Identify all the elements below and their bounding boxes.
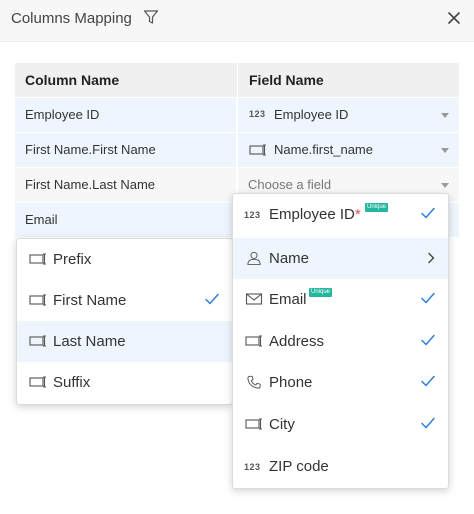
chevron-down-icon (441, 148, 449, 153)
field-menu: 123 Employee ID* Unique Name Email Unique (232, 193, 449, 489)
text-field-icon (29, 294, 46, 306)
field-label: Employee ID (269, 206, 355, 223)
menu-item-label: Employee ID* Unique (269, 203, 389, 223)
table-row: First Name.First Name Name.first_name (15, 133, 459, 167)
check-icon (421, 334, 435, 346)
menu-item-prefix[interactable]: Prefix (17, 239, 232, 280)
column-name-header: Column Name (25, 72, 120, 88)
table-row: Employee ID 123 Employee ID (15, 98, 459, 132)
column-name: Email (25, 212, 58, 227)
unique-badge: Unique (365, 203, 389, 212)
column-name: Employee ID (25, 107, 100, 122)
menu-item-address[interactable]: Address (233, 321, 448, 362)
menu-item-suffix[interactable]: Suffix (17, 362, 232, 403)
chevron-right-icon (428, 252, 435, 264)
column-cell: Email (15, 203, 236, 237)
chevron-down-icon (441, 113, 449, 118)
number-type-icon: 123 (249, 109, 266, 119)
person-icon (247, 251, 261, 265)
close-icon[interactable] (446, 10, 462, 26)
column-name: First Name.First Name (25, 142, 156, 157)
column-divider (237, 63, 238, 97)
field-select[interactable]: 123 Employee ID (238, 98, 459, 132)
menu-item-label: City (269, 416, 295, 433)
check-icon (421, 292, 435, 304)
menu-item-label: Phone (269, 374, 313, 391)
menu-item-label: ZIP code (269, 458, 329, 475)
field-label: Email (269, 291, 307, 308)
menu-item-name[interactable]: Name (233, 238, 448, 279)
text-field-icon (29, 376, 46, 388)
menu-item-first-name[interactable]: First Name (17, 280, 232, 321)
column-cell: Employee ID (15, 98, 236, 132)
field-value: Name.first_name (274, 142, 373, 157)
chevron-down-icon (441, 183, 449, 188)
check-icon (421, 207, 435, 219)
menu-item-email[interactable]: Email Unique (233, 279, 448, 320)
menu-item-employee-id[interactable]: 123 Employee ID* Unique (233, 194, 448, 235)
check-icon (421, 417, 435, 429)
column-cell: First Name.Last Name (15, 168, 236, 202)
dialog-header: Columns Mapping (0, 0, 474, 42)
required-mark: * (354, 206, 361, 223)
subfield-menu: Prefix First Name Last Name Suffix (16, 238, 233, 405)
filter-icon[interactable] (143, 9, 159, 25)
text-field-icon (245, 418, 262, 430)
number-type-icon: 123 (244, 210, 261, 220)
menu-item-city[interactable]: City (233, 404, 448, 445)
check-icon (421, 375, 435, 387)
column-name: First Name.Last Name (25, 177, 156, 192)
menu-item-label: Name (269, 250, 310, 267)
menu-item-zip-code[interactable]: 123 ZIP code (233, 446, 448, 487)
menu-item-phone[interactable]: Phone (233, 362, 448, 403)
menu-item-label: Email Unique (269, 288, 333, 308)
text-field-icon (29, 253, 46, 265)
phone-icon (247, 375, 261, 389)
number-type-icon: 123 (244, 462, 261, 472)
field-name-header: Field Name (249, 72, 324, 88)
check-icon (205, 293, 219, 305)
unique-badge: Unique (309, 288, 333, 297)
column-cell: First Name.First Name (15, 133, 236, 167)
text-field-icon (249, 144, 266, 156)
text-field-icon (245, 335, 262, 347)
menu-item-label: First Name (53, 292, 127, 309)
field-value: Employee ID (274, 107, 349, 122)
text-field-icon (29, 335, 46, 347)
field-placeholder: Choose a field (248, 177, 332, 192)
menu-item-label: Last Name (53, 333, 126, 350)
menu-item-label: Suffix (53, 374, 91, 391)
menu-item-last-name[interactable]: Last Name (17, 321, 232, 362)
mail-icon (245, 293, 263, 305)
menu-item-label: Address (269, 333, 325, 350)
table-header: Column Name Field Name (15, 63, 459, 97)
dialog-title: Columns Mapping (11, 10, 132, 27)
menu-item-label: Prefix (53, 251, 92, 268)
field-select[interactable]: Name.first_name (238, 133, 459, 167)
